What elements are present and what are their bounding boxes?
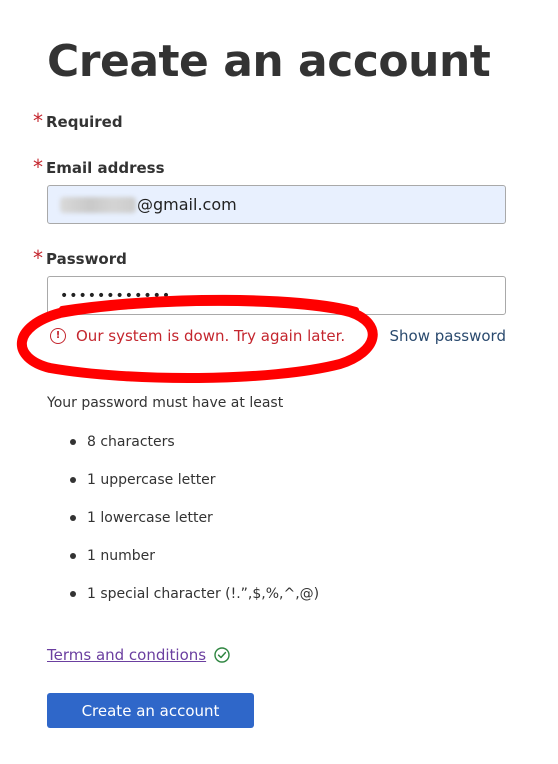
email-label: Email address bbox=[46, 159, 165, 177]
password-rule-item: 1 special character (!.”,$,%,^,@) bbox=[47, 585, 319, 623]
check-circle-icon bbox=[214, 647, 230, 663]
page-title: Create an account bbox=[47, 36, 491, 87]
create-account-button[interactable]: Create an account bbox=[47, 693, 254, 728]
terms-row: Terms and conditions bbox=[47, 646, 230, 664]
password-rules-intro: Your password must have at least bbox=[47, 395, 284, 411]
required-star: * bbox=[33, 109, 43, 133]
email-redacted-part bbox=[60, 196, 136, 213]
email-required-star: * bbox=[33, 155, 43, 179]
password-rule-item: 8 characters bbox=[47, 433, 319, 471]
error-message: ! Our system is down. Try again later. bbox=[50, 327, 345, 345]
email-value-domain: @gmail.com bbox=[137, 195, 237, 214]
terms-and-conditions-link[interactable]: Terms and conditions bbox=[47, 646, 206, 664]
password-required-star: * bbox=[33, 246, 43, 270]
password-rule-item: 1 number bbox=[47, 547, 319, 585]
password-rule-item: 1 lowercase letter bbox=[47, 509, 319, 547]
exclamation-circle-icon: ! bbox=[50, 328, 66, 344]
password-field[interactable] bbox=[47, 276, 506, 315]
required-legend: Required bbox=[46, 113, 123, 131]
password-rules-list: 8 characters 1 uppercase letter 1 lowerc… bbox=[47, 433, 319, 623]
password-label: Password bbox=[46, 250, 127, 268]
error-text: Our system is down. Try again later. bbox=[76, 327, 346, 345]
password-rule-item: 1 uppercase letter bbox=[47, 471, 319, 509]
email-field[interactable]: @gmail.com bbox=[47, 185, 506, 224]
show-password-link[interactable]: Show password bbox=[390, 327, 506, 345]
